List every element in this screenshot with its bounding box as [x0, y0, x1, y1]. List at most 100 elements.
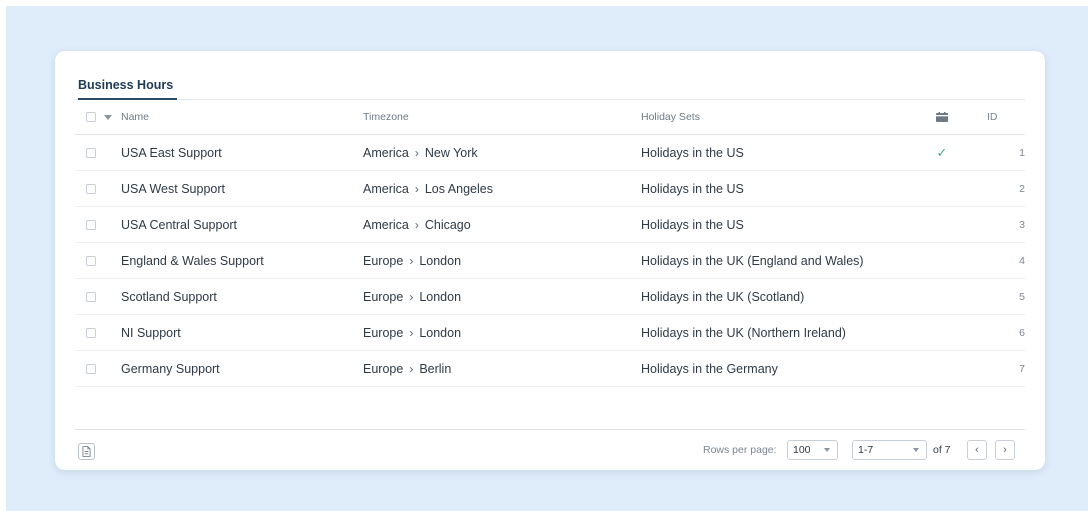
rows-per-page-select[interactable]: 100 — [787, 440, 838, 460]
next-page-button[interactable]: › — [995, 440, 1015, 460]
row-calendar-status — [933, 315, 951, 350]
table-body: USA East Support America › New York Holidays… — [75, 135, 1025, 387]
row-holiday-set: Holidays in the UK (Scotland) — [641, 289, 805, 304]
row-checkbox[interactable] — [86, 291, 96, 302]
table-row[interactable]: Scotland Support Europe › London Holidays in… — [75, 279, 1025, 315]
tab-business-hours[interactable]: Business Hours — [78, 77, 178, 100]
chevron-right-icon: › — [1003, 444, 1007, 456]
table-row[interactable]: England & Wales Support Europe › London Holi… — [75, 243, 1025, 279]
row-select-cell[interactable] — [86, 315, 98, 350]
timezone-region: America — [363, 217, 409, 232]
timezone-region: Europe — [363, 289, 404, 304]
row-checkbox[interactable] — [86, 327, 96, 338]
timezone-region: America — [363, 145, 409, 160]
row-select-cell[interactable] — [86, 243, 98, 278]
timezone-region: Europe — [363, 253, 404, 268]
header-id[interactable]: ID — [987, 100, 1027, 134]
chevron-right-icon: › — [409, 253, 414, 268]
timezone-region: Europe — [363, 361, 404, 376]
header-timezone[interactable]: Timezone — [363, 100, 409, 134]
page-range-select[interactable]: 1-7 — [852, 440, 927, 460]
header-holiday-sets[interactable]: Holiday Sets — [641, 100, 700, 134]
chevron-right-icon: › — [409, 361, 414, 376]
row-checkbox[interactable] — [86, 255, 96, 266]
business-hours-card: Business Hours Name Timezone Holiday Set… — [55, 51, 1045, 470]
timezone-city: New York — [424, 145, 478, 160]
file-export-icon — [82, 446, 91, 457]
export-button[interactable] — [78, 443, 95, 460]
row-select-cell[interactable] — [86, 171, 98, 206]
row-calendar-status: ✓ — [933, 135, 951, 170]
row-name[interactable]: USA West Support — [121, 171, 225, 206]
row-timezone: Europe › Berlin — [363, 351, 451, 386]
timezone-city: London — [419, 289, 462, 304]
row-holiday-set: Holidays in the US — [641, 145, 744, 160]
row-select-cell[interactable] — [86, 135, 98, 170]
timezone-city: Los Angeles — [424, 181, 493, 196]
table-footer: Rows per page: 100 1-7 of 7 ‹ › — [75, 429, 1025, 470]
row-holiday-set: Holidays in the US — [641, 181, 744, 196]
row-select-cell[interactable] — [86, 207, 98, 242]
tab-bar: Business Hours — [75, 77, 1025, 100]
header-calendar[interactable] — [933, 100, 951, 134]
row-name[interactable]: England & Wales Support — [121, 243, 264, 278]
chevron-down-icon — [913, 448, 919, 452]
row-checkbox[interactable] — [86, 219, 96, 230]
rows-per-page-value: 100 — [793, 444, 811, 456]
chevron-left-icon: ‹ — [975, 444, 979, 456]
timezone-city: London — [419, 253, 462, 268]
timezone-city: Chicago — [424, 217, 471, 232]
table-row[interactable]: USA Central Support America › Chicago Holida… — [75, 207, 1025, 243]
row-timezone: Europe › London — [363, 243, 461, 278]
select-all-cell[interactable] — [86, 100, 98, 134]
row-timezone: America › Los Angeles — [363, 171, 493, 206]
row-timezone: Europe › London — [363, 315, 461, 350]
table-row[interactable]: USA East Support America › New York Holidays… — [75, 135, 1025, 171]
row-holiday-set: Holidays in the UK (Northern Ireland) — [641, 325, 846, 340]
row-holiday-set: Holidays in the US — [641, 217, 744, 232]
row-id: 6 — [1019, 326, 1025, 339]
row-checkbox[interactable] — [86, 183, 96, 194]
row-id: 7 — [1019, 362, 1025, 375]
row-timezone: America › New York — [363, 135, 478, 170]
row-calendar-status — [933, 207, 951, 242]
row-id: 5 — [1019, 290, 1025, 303]
row-checkbox[interactable] — [86, 147, 96, 158]
row-id: 4 — [1019, 254, 1025, 267]
previous-page-button[interactable]: ‹ — [967, 440, 987, 460]
row-name[interactable]: USA East Support — [121, 135, 222, 170]
row-select-cell[interactable] — [86, 279, 98, 314]
row-name[interactable]: Germany Support — [121, 351, 220, 386]
row-checkbox[interactable] — [86, 363, 96, 374]
row-holiday-set: Holidays in the UK (England and Wales) — [641, 253, 864, 268]
chevron-right-icon: › — [414, 181, 419, 196]
check-icon: ✓ — [936, 144, 948, 160]
row-calendar-status — [933, 351, 951, 386]
chevron-down-icon — [824, 448, 830, 452]
rows-per-page-label: Rows per page: — [703, 444, 777, 456]
row-name[interactable]: USA Central Support — [121, 207, 237, 242]
select-all-checkbox[interactable] — [86, 112, 96, 122]
timezone-city: Berlin — [419, 361, 452, 376]
row-id: 3 — [1019, 218, 1025, 231]
chevron-right-icon: › — [414, 217, 419, 232]
business-hours-table: Name Timezone Holiday Sets ID USA East S… — [75, 100, 1025, 387]
timezone-region: Europe — [363, 325, 404, 340]
row-id: 1 — [1019, 146, 1025, 159]
table-row[interactable]: Germany Support Europe › Berlin Holidays in … — [75, 351, 1025, 387]
chevron-right-icon: › — [414, 145, 419, 160]
table-header: Name Timezone Holiday Sets ID — [75, 100, 1025, 135]
table-row[interactable]: USA West Support America › Los Angeles Holid… — [75, 171, 1025, 207]
sort-cell[interactable] — [104, 100, 112, 134]
page-range-value: 1-7 — [858, 444, 874, 456]
row-select-cell[interactable] — [86, 351, 98, 386]
sort-caret-icon[interactable] — [104, 114, 112, 120]
row-calendar-status — [933, 279, 951, 314]
row-id: 2 — [1019, 182, 1025, 195]
header-name[interactable]: Name — [121, 100, 149, 134]
row-name[interactable]: Scotland Support — [121, 279, 217, 314]
chevron-right-icon: › — [409, 289, 414, 304]
row-name[interactable]: NI Support — [121, 315, 181, 350]
chevron-right-icon: › — [409, 325, 414, 340]
table-row[interactable]: NI Support Europe › London Holidays in the U… — [75, 315, 1025, 351]
